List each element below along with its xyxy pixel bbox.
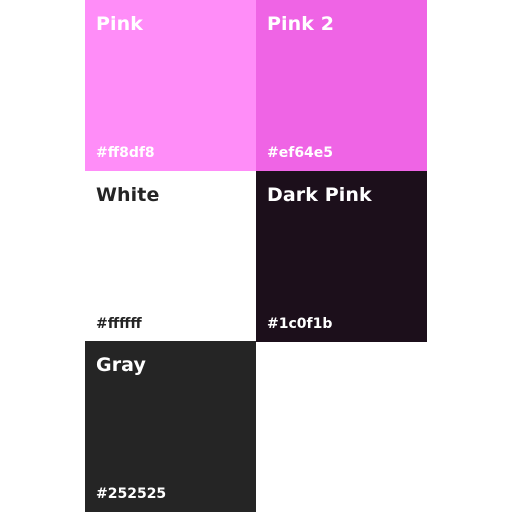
swatch-pink-2: Pink 2 #ef64e5: [256, 0, 427, 171]
swatch-pink: Pink #ff8df8: [85, 0, 256, 171]
swatch-name: White: [96, 184, 160, 206]
swatch-hex: #252525: [96, 486, 167, 502]
swatch-hex: #ff8df8: [96, 145, 155, 161]
swatch-name: Pink 2: [267, 13, 335, 35]
swatch-hex: #ef64e5: [267, 145, 334, 161]
swatch-gray: Gray #252525: [85, 341, 256, 512]
swatch-hex: #1c0f1b: [267, 316, 333, 332]
swatch-hex: #ffffff: [96, 316, 142, 332]
swatch-name: Gray: [96, 354, 146, 376]
swatch-dark-pink: Dark Pink #1c0f1b: [256, 171, 427, 342]
swatch-name: Dark Pink: [267, 184, 372, 206]
swatch-name: Pink: [96, 13, 144, 35]
color-palette: Pink #ff8df8 Pink 2 #ef64e5 White #fffff…: [85, 0, 427, 512]
swatch-white: White #ffffff: [85, 171, 256, 342]
